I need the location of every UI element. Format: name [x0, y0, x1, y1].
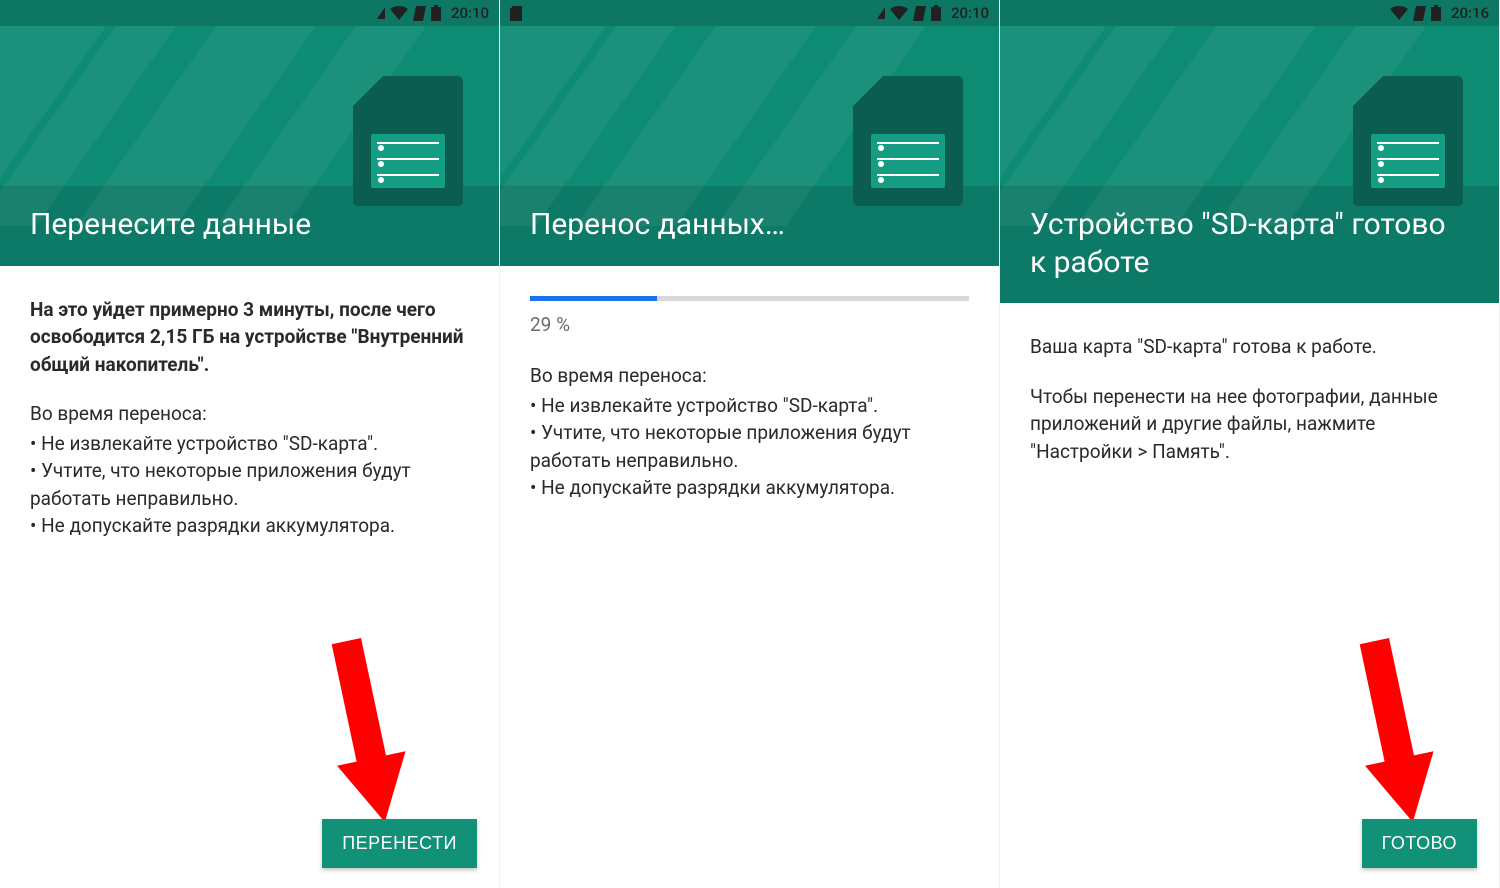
battery-icon: [931, 5, 941, 21]
progress-block: 29 %: [530, 296, 969, 339]
lead-text: На это уйдет примерно 3 минуты, после че…: [30, 296, 469, 379]
battery-icon: [431, 5, 441, 21]
sd-card-icon: [853, 76, 963, 206]
status-bar: 20:10: [0, 0, 499, 26]
status-bar-icons: [1390, 5, 1441, 21]
warning-item: • Не допускайте разрядки аккумулятора.: [530, 474, 969, 502]
sd-card-icon: [1353, 76, 1463, 206]
paragraph: Чтобы перенести на нее фотографии, данны…: [1030, 383, 1469, 466]
status-bar-icons: [377, 5, 441, 21]
screen-transfer-prompt: 20:10 Перенесите данные На это уйдет при…: [0, 0, 500, 888]
battery-icon: [1431, 5, 1441, 21]
signal-triangle-icon: [377, 7, 385, 19]
status-bar: 20:10: [500, 0, 999, 26]
status-bar-time: 20:16: [1451, 4, 1489, 22]
do-not-disturb-icon: [413, 6, 426, 21]
header-hero: Перенос данных…: [500, 26, 999, 266]
content-body: Ваша карта "SD-карта" готова к работе. Ч…: [1000, 303, 1499, 888]
status-bar-left: [510, 6, 522, 21]
warning-item: • Не извлекайте устройство "SD-карта".: [530, 392, 969, 420]
warning-item: • Не допускайте разрядки аккумулятора.: [30, 512, 469, 540]
do-not-disturb-icon: [913, 6, 926, 21]
paragraph: Ваша карта "SD-карта" готова к работе.: [1030, 333, 1469, 361]
do-not-disturb-icon: [1413, 6, 1426, 21]
screen-transfer-progress: 20:10 Перенос данных… 29 %: [500, 0, 1000, 888]
wifi-icon: [1390, 6, 1408, 20]
done-button[interactable]: ГОТОВО: [1362, 819, 1477, 868]
content-body: На это уйдет примерно 3 минуты, после че…: [0, 266, 499, 888]
signal-triangle-icon: [877, 7, 885, 19]
warnings-block: Во время переноса: • Не извлекайте устро…: [530, 362, 969, 502]
wifi-icon: [890, 6, 908, 20]
warnings-intro: Во время переноса:: [30, 400, 469, 428]
sd-card-icon: [353, 76, 463, 206]
progress-label: 29 %: [530, 311, 969, 339]
status-bar-icons: [877, 5, 941, 21]
header-hero: Перенесите данные: [0, 26, 499, 266]
status-bar-time: 20:10: [451, 4, 489, 22]
content-body: 29 % Во время переноса: • Не извлекайте …: [500, 266, 999, 888]
warnings-intro: Во время переноса:: [530, 362, 969, 390]
warning-item: • Учтите, что некоторые приложения будут…: [30, 457, 469, 512]
warnings-block: Во время переноса: • Не извлекайте устро…: [30, 400, 469, 540]
progress-fill: [530, 296, 657, 301]
warning-item: • Не извлекайте устройство "SD-карта".: [30, 430, 469, 458]
progress-bar: [530, 296, 969, 301]
wifi-icon: [390, 6, 408, 20]
status-bar-time: 20:10: [951, 4, 989, 22]
status-bar: 20:16: [1000, 0, 1499, 26]
screen-transfer-done: 20:16 Устройство "SD-карта" готово к раб…: [1000, 0, 1500, 888]
warning-item: • Учтите, что некоторые приложения будут…: [530, 419, 969, 474]
transfer-button[interactable]: ПЕРЕНЕСТИ: [322, 819, 477, 868]
header-hero: Устройство "SD-карта" готово к работе: [1000, 26, 1499, 303]
sd-card-small-icon: [510, 6, 522, 21]
